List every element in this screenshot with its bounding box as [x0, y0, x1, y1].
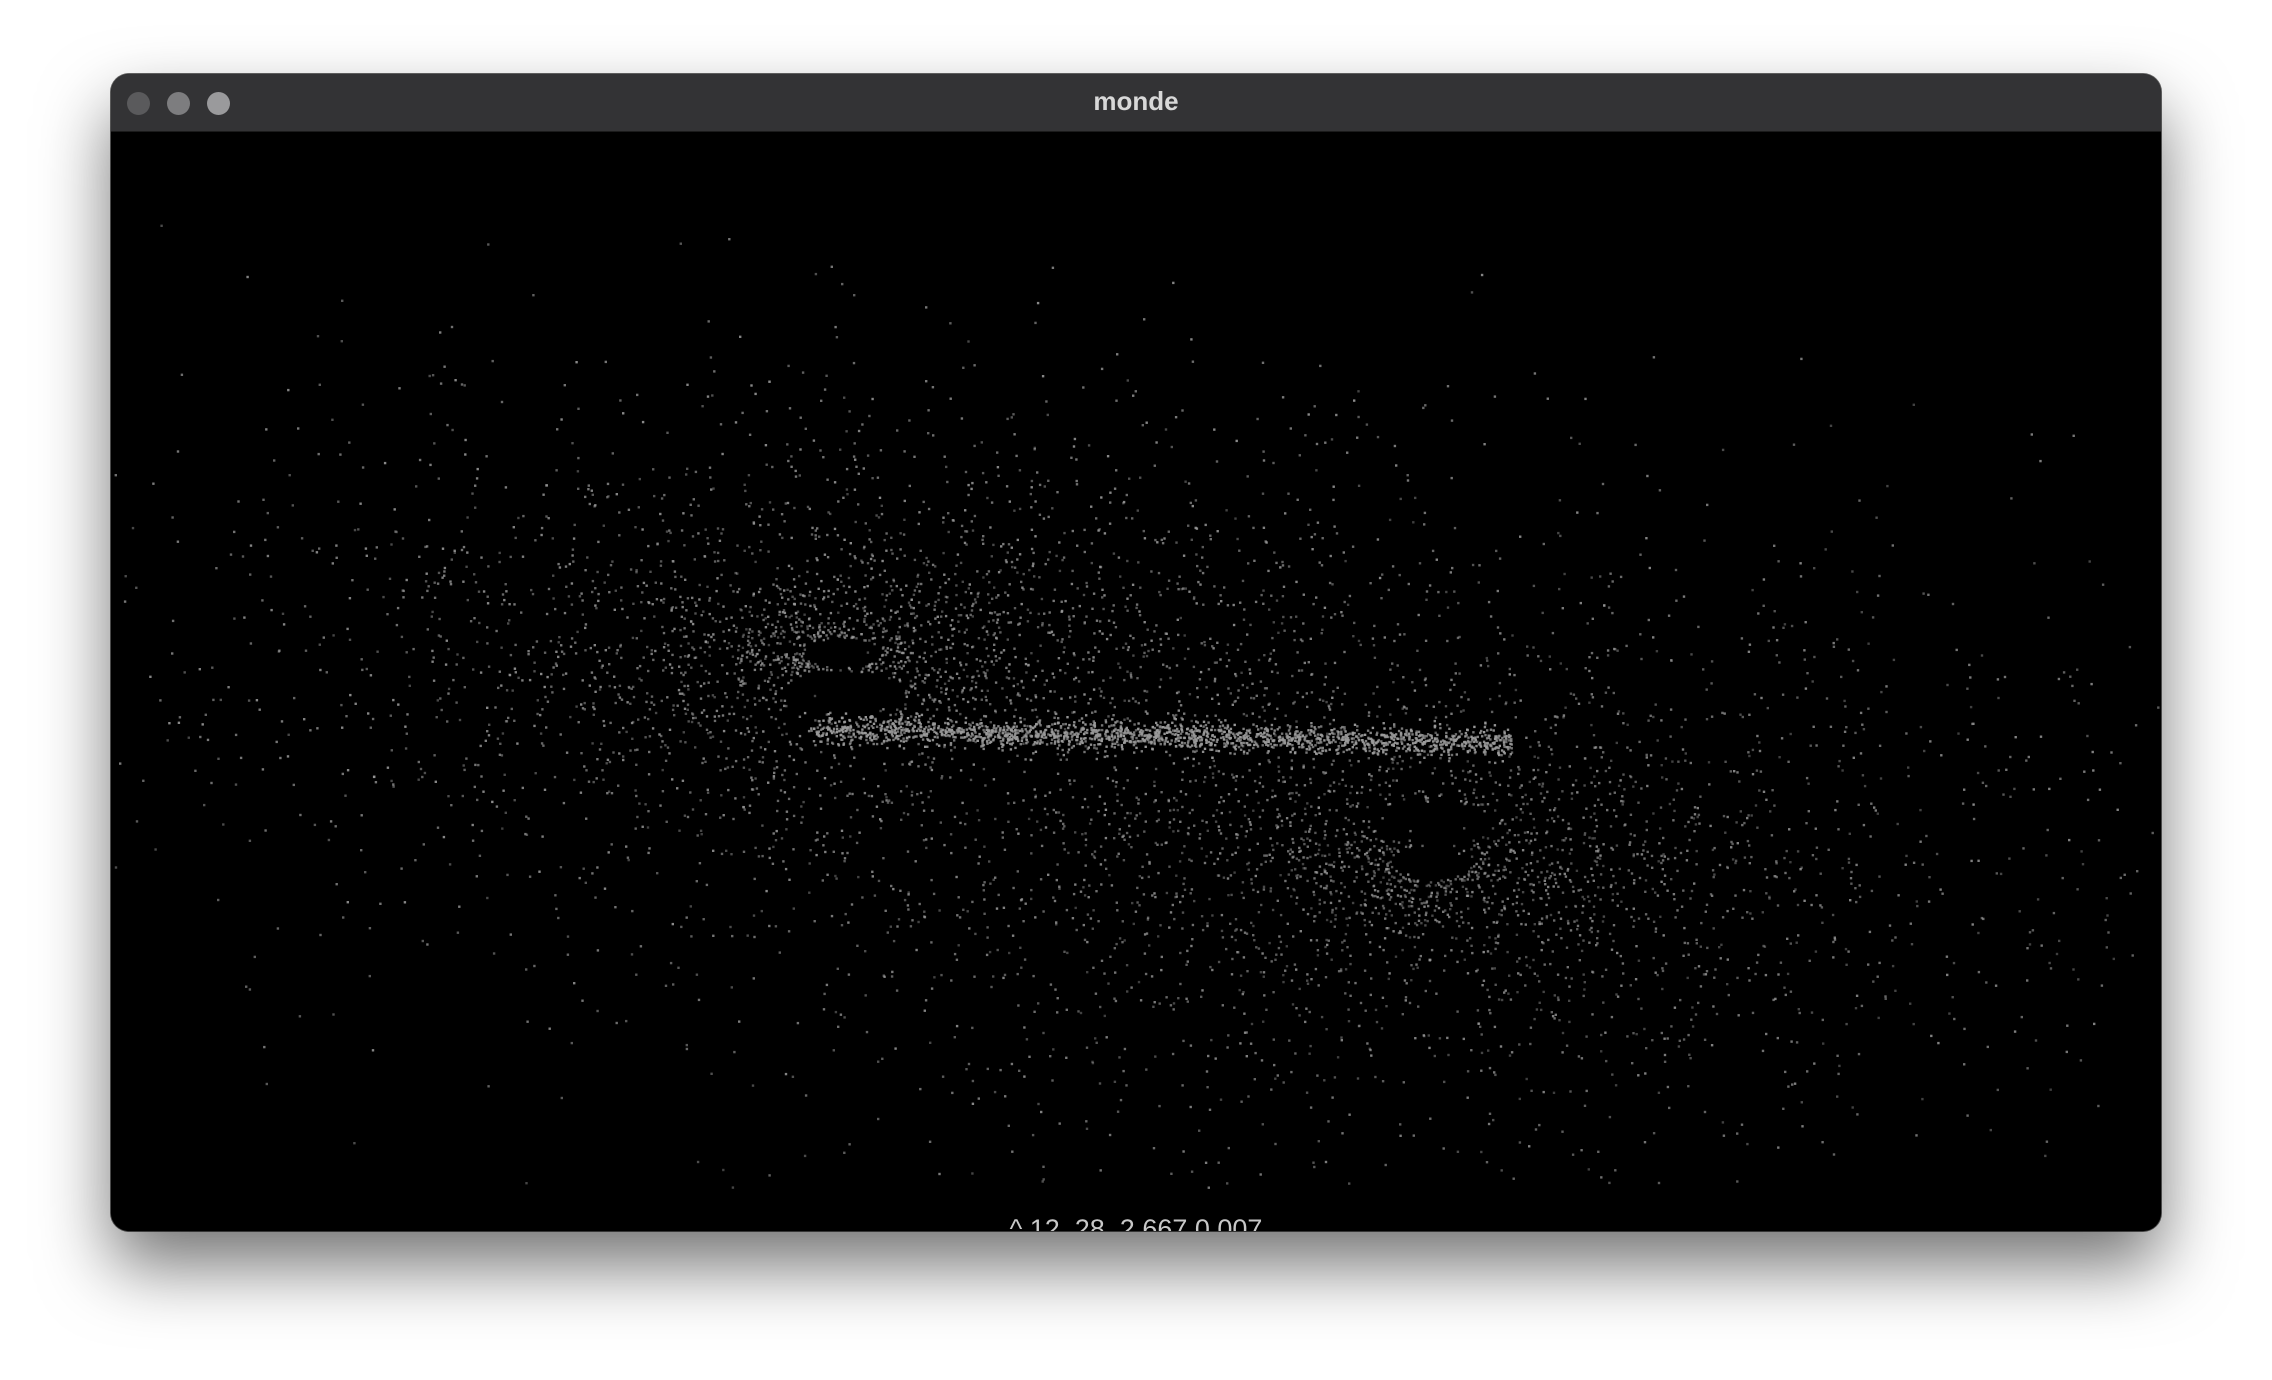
window-title: monde — [1093, 86, 1179, 116]
app-window: monde ^ 12. 28. 2.667 0.007 — [111, 74, 2161, 1231]
parameter-readout: ^ 12. 28. 2.667 0.007 — [1009, 1214, 1263, 1231]
title-bar[interactable]: monde — [111, 74, 2161, 132]
render-canvas[interactable]: ^ 12. 28. 2.667 0.007 — [111, 132, 2161, 1231]
particle-field — [114, 224, 2160, 1189]
